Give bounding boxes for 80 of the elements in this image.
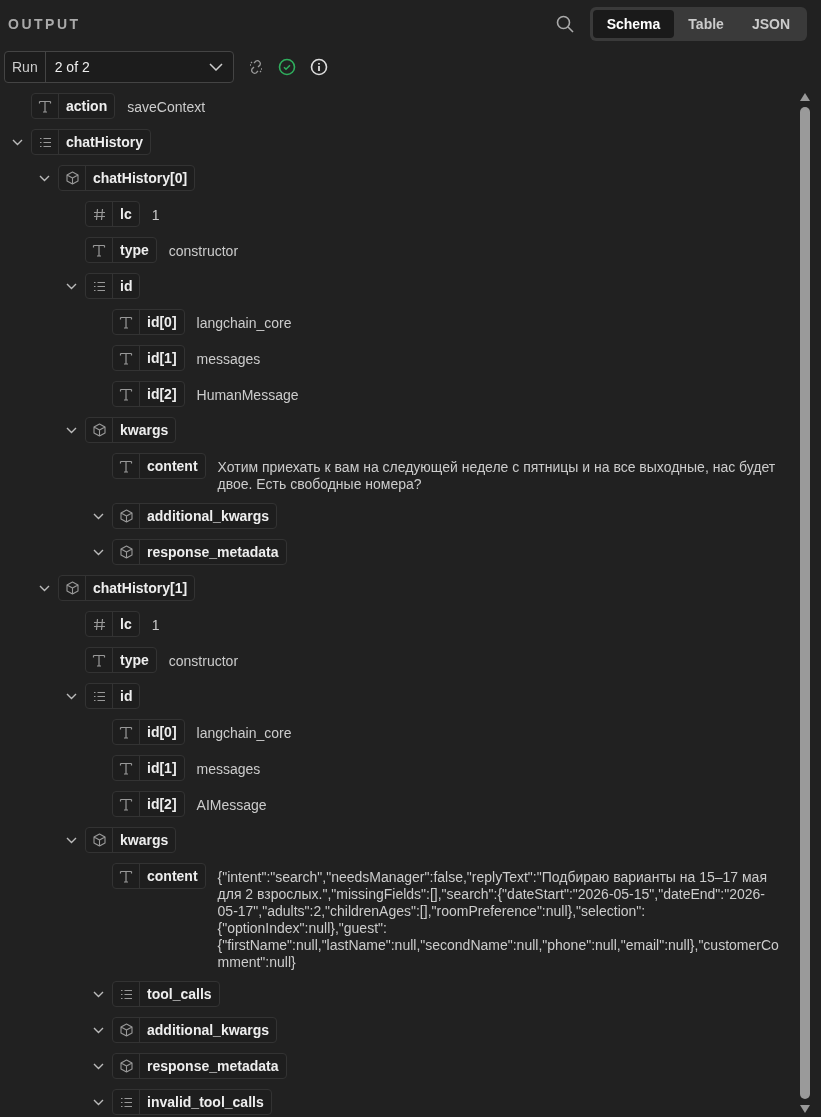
field-key: type <box>85 237 157 263</box>
scrollbar[interactable] <box>797 93 813 1113</box>
run-select[interactable]: Run 2 of 2 <box>4 51 234 83</box>
unlink-icon[interactable] <box>248 59 264 75</box>
text-type-icon <box>119 387 133 401</box>
cube-icon <box>119 1023 133 1037</box>
hash-icon <box>92 617 106 631</box>
cube-icon <box>119 509 133 523</box>
text-type-icon <box>92 243 106 257</box>
list-icon <box>38 136 52 148</box>
text-type-icon <box>119 351 133 365</box>
field-value: messages <box>196 761 261 778</box>
view-tab[interactable]: Table <box>674 10 738 38</box>
field-key: invalid_tool_calls <box>112 1089 272 1115</box>
view-tab[interactable]: Schema <box>592 10 675 38</box>
field-key: lc <box>85 611 140 637</box>
field-value: saveContext <box>127 99 206 116</box>
field-key: action <box>31 93 116 119</box>
info-icon[interactable] <box>310 58 328 76</box>
field-key: type <box>85 647 157 673</box>
search-icon[interactable] <box>555 15 574 33</box>
panel-title: OUTPUT <box>8 16 81 32</box>
list-icon <box>92 280 106 292</box>
field-value: messages <box>196 351 261 368</box>
cube-icon <box>92 423 106 437</box>
list-icon <box>119 988 133 1000</box>
field-key: kwargs <box>85 827 177 853</box>
field-key: lc <box>85 201 140 227</box>
field-value: langchain_core <box>196 725 292 742</box>
field-value: {"intent":"search","needsManager":false,"replyText":"Подбираю варианты на 15–17 мая для 2 взрослых.","missingFields":[],"search":{"dateStart":"2026-05-15","dateEnd":"2026-05-17","adults":2,"childrenAges":[],"roomPreference":null},"selection":{"optionIndex":null},"guest":{"firstName":null,"lastName":null,"secondName":null,"phone":null,"email":null},"customerComment":null} <box>217 869 780 971</box>
field-value: langchain_core <box>196 315 292 332</box>
cube-icon <box>65 171 79 185</box>
hash-icon <box>92 207 106 221</box>
field-key: additional_kwargs <box>112 503 278 529</box>
scroll-down-icon[interactable] <box>800 1105 810 1113</box>
field-key: id[1] <box>112 345 185 371</box>
chevron-icon <box>209 63 223 71</box>
field-value: Хотим приехать к вам на следующей неделе с пятницы и на все выходные, нас будет двое. Есть свободные номера? <box>217 459 777 493</box>
field-key: chatHistory[0] <box>58 165 196 191</box>
field-value: constructor <box>168 243 239 260</box>
field-value: AIMessage <box>196 797 267 814</box>
text-type-icon <box>92 653 106 667</box>
field-key: id <box>85 683 141 709</box>
text-type-icon <box>119 315 133 329</box>
text-type-icon <box>119 725 133 739</box>
view-tab[interactable]: JSON <box>737 10 804 38</box>
check-circle-icon <box>278 58 296 76</box>
list-icon <box>119 1096 133 1108</box>
cube-icon <box>119 1059 133 1073</box>
field-key: chatHistory[1] <box>58 575 196 601</box>
run-value: 2 of 2 <box>53 59 91 75</box>
field-key: additional_kwargs <box>112 1017 278 1043</box>
field-key: tool_calls <box>112 981 220 1007</box>
text-type-icon <box>119 797 133 811</box>
field-value: 1 <box>151 207 160 224</box>
text-type-icon <box>119 459 133 473</box>
field-key: content <box>112 453 206 479</box>
text-type-icon <box>38 99 52 113</box>
field-key: response_metadata <box>112 1053 287 1079</box>
field-key: id[2] <box>112 381 185 407</box>
field-key: id[2] <box>112 791 185 817</box>
cube-icon <box>119 545 133 559</box>
field-value: HumanMessage <box>196 387 299 404</box>
field-value: constructor <box>168 653 239 670</box>
field-key: id <box>85 273 141 299</box>
list-icon <box>92 690 106 702</box>
cube-icon <box>65 581 79 595</box>
field-key: id[1] <box>112 755 185 781</box>
field-key: chatHistory <box>31 129 152 155</box>
scroll-up-icon[interactable] <box>800 93 810 101</box>
field-value: 1 <box>151 617 160 634</box>
text-type-icon <box>119 761 133 775</box>
field-key: content <box>112 863 206 889</box>
cube-icon <box>92 833 106 847</box>
field-key: kwargs <box>85 417 177 443</box>
field-key: id[0] <box>112 719 185 745</box>
field-key: response_metadata <box>112 539 287 565</box>
text-type-icon <box>119 869 133 883</box>
run-label: Run <box>5 52 46 82</box>
field-key: id[0] <box>112 309 185 335</box>
